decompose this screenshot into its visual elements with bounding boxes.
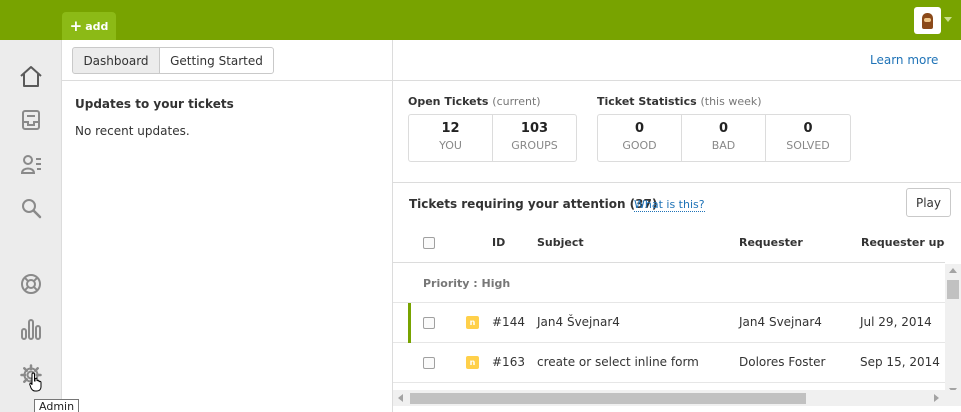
stat-label: SOLVED (786, 139, 830, 152)
stat-label: GOOD (622, 139, 657, 152)
what-is-this-link[interactable]: What is this? (634, 198, 705, 212)
open-tickets-you[interactable]: 12 YOU (409, 115, 493, 161)
ticket-requester: Dolores Foster (739, 355, 826, 369)
learn-more-link[interactable]: Learn more (870, 53, 938, 67)
column-subject[interactable]: Subject (537, 236, 584, 249)
row-checkbox[interactable] (423, 317, 435, 329)
scroll-left-icon[interactable] (398, 394, 403, 402)
add-button[interactable]: + add (62, 12, 116, 40)
ticket-id: #144 (492, 315, 525, 329)
column-id[interactable]: ID (492, 236, 505, 249)
left-pane: Dashboard Getting Started Updates to you… (62, 40, 393, 412)
stat-value: 0 (634, 121, 645, 136)
ticket-requester-updated: Sep 15, 2014 (860, 355, 940, 369)
ticket-subject[interactable]: Jan4 Švejnar4 (537, 315, 620, 329)
scrollbar-corner (945, 390, 961, 406)
stat-value: 0 (718, 121, 729, 136)
sidebar (0, 40, 62, 412)
main-pane: Learn more Open Tickets (current) 12 YOU… (393, 40, 961, 412)
stat-label: GROUPS (511, 139, 558, 152)
inbox-icon[interactable] (18, 107, 44, 133)
plus-icon: + (69, 16, 83, 35)
home-icon[interactable] (18, 63, 44, 89)
ticket-subject[interactable]: create or select inline form (537, 355, 699, 369)
stats-row: Open Tickets (current) 12 YOU 103 GROUPS… (393, 81, 961, 183)
ticket-requester-updated: Jul 29, 2014 (860, 315, 932, 329)
reporting-chart-icon[interactable] (18, 316, 44, 342)
stat-bad: 0 BAD (682, 115, 766, 161)
avatar[interactable] (914, 7, 941, 34)
chevron-down-icon[interactable] (944, 17, 952, 22)
tab-dashboard[interactable]: Dashboard (72, 47, 160, 74)
open-tickets-box: 12 YOU 103 GROUPS (408, 114, 577, 162)
add-button-label: add (85, 19, 109, 33)
hand-cursor-icon (29, 372, 43, 395)
support-lifebuoy-icon[interactable] (18, 271, 44, 297)
scroll-thumb[interactable] (947, 280, 959, 299)
open-tickets-subtitle: (current) (492, 95, 541, 108)
row-checkbox[interactable] (423, 357, 435, 369)
tab-getting-started[interactable]: Getting Started (159, 47, 274, 74)
stat-label: BAD (711, 139, 736, 152)
open-tickets-groups[interactable]: 103 GROUPS (493, 115, 576, 161)
tickets-attention-title: Tickets requiring your attention (37) (409, 197, 658, 211)
stat-label: YOU (439, 139, 462, 152)
column-requester-updated[interactable]: Requester updated (861, 236, 945, 249)
table-row[interactable]: n #163 create or select inline form Dolo… (393, 343, 945, 383)
top-bar: + add (0, 0, 961, 40)
admin-tooltip: Admin (34, 399, 80, 412)
stat-value: 0 (803, 121, 813, 136)
contacts-icon[interactable] (18, 151, 44, 177)
group-label: Priority : High (423, 277, 511, 290)
scroll-right-icon[interactable] (934, 394, 939, 402)
search-icon[interactable] (18, 195, 44, 221)
select-all-checkbox[interactable] (423, 237, 435, 249)
updates-empty-text: No recent updates. (75, 124, 190, 138)
scroll-up-icon[interactable] (949, 268, 957, 273)
open-tickets-heading: Open Tickets (current) (408, 95, 541, 108)
user-avatar-image (922, 12, 933, 29)
tabs-bar: Dashboard Getting Started (62, 40, 393, 81)
ticket-id: #163 (492, 355, 525, 369)
ticket-statistics-box: 0 GOOD 0 BAD 0 SOLVED (597, 114, 851, 162)
group-row: Priority : High (393, 264, 945, 303)
vertical-scrollbar[interactable] (945, 264, 961, 397)
horizontal-scrollbar[interactable] (393, 390, 945, 406)
play-button[interactable]: Play (906, 188, 951, 217)
learn-row: Learn more (393, 40, 961, 81)
scroll-thumb[interactable] (410, 393, 806, 404)
stat-solved: 0 SOLVED (766, 115, 850, 161)
table-header: ID Subject Requester Requester updated (393, 223, 945, 263)
ticket-statistics-subtitle: (this week) (700, 95, 762, 108)
updates-title: Updates to your tickets (75, 97, 234, 111)
stat-value: 12 (441, 121, 460, 136)
stat-value: 103 (520, 121, 549, 136)
stat-good: 0 GOOD (598, 115, 682, 161)
ticket-statistics-title: Ticket Statistics (597, 95, 697, 108)
status-badge: n (466, 316, 479, 329)
table-row[interactable]: n #144 Jan4 Švejnar4 Jan4 Svejnar4 Jul 2… (393, 303, 945, 343)
ticket-requester: Jan4 Svejnar4 (739, 315, 822, 329)
column-requester[interactable]: Requester (739, 236, 803, 249)
ticket-statistics-heading: Ticket Statistics (this week) (597, 95, 762, 108)
status-badge: n (466, 356, 479, 369)
open-tickets-title: Open Tickets (408, 95, 489, 108)
